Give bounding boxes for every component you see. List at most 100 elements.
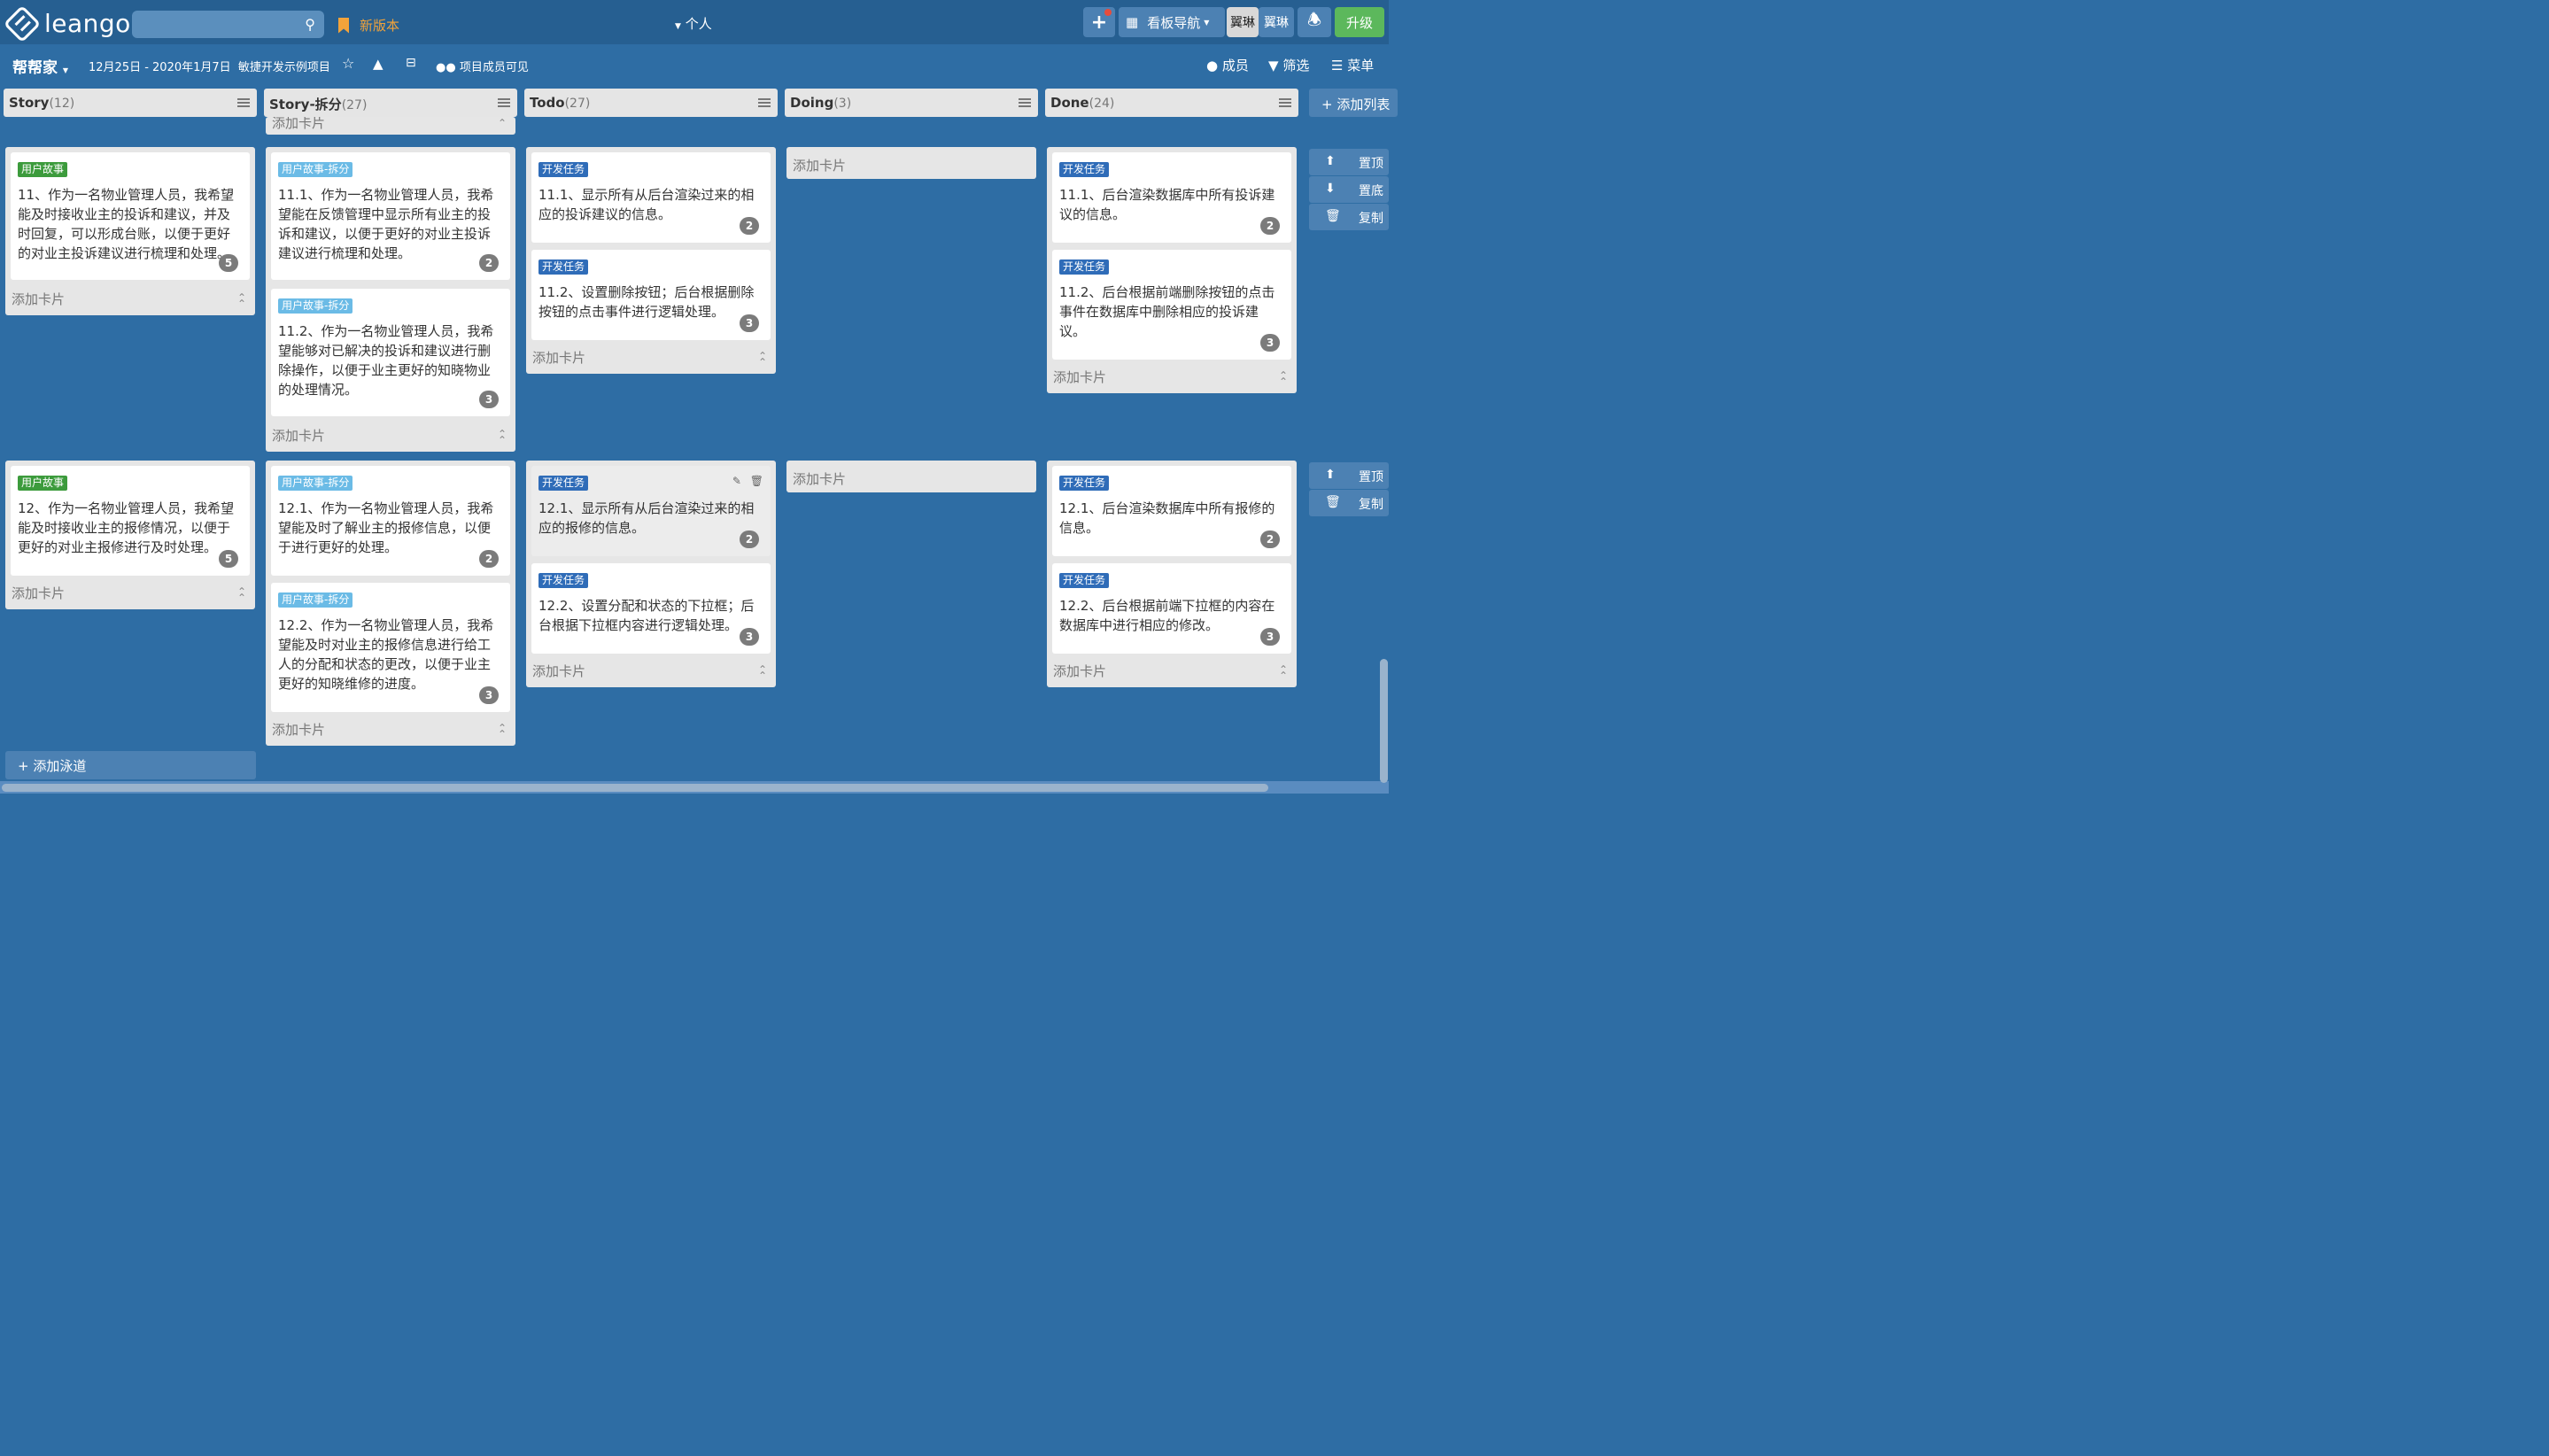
collapse-up-icon[interactable]: ⌃ ⌃ [237, 586, 246, 603]
card[interactable]: 开发任务 11.2、后台根据前端删除按钮的点击事件在数据库中删除相应的投诉建议。… [1052, 250, 1291, 360]
visibility-button[interactable]: ●● 项目成员可见 [436, 58, 529, 74]
collapse-up-icon[interactable]: ⌃ ⌃ [498, 429, 507, 445]
lane-move-top-button[interactable]: ⬆ 置顶 [1309, 149, 1389, 175]
lane-copy-button[interactable]: 🗑 复制 [1309, 204, 1389, 230]
lane-move-top-button[interactable]: ⬆ 置顶 [1309, 462, 1389, 489]
add-card-link[interactable]: 添加卡片 [272, 426, 325, 445]
list-menu-icon[interactable] [237, 98, 250, 107]
edit-icon[interactable]: ✎ [732, 475, 741, 487]
lane-move-bottom-button[interactable]: ⬇ 置底 [1309, 176, 1389, 203]
lane-copy-button[interactable]: 🗑 复制 [1309, 490, 1389, 516]
card[interactable]: 开发任务 11.2、设置删除按钮；后台根据删除按钮的点击事件进行逻辑处理。 3 [531, 250, 771, 340]
horizontal-scrollbar[interactable] [0, 781, 1389, 794]
add-card-link[interactable]: 添加卡片 [1053, 662, 1106, 680]
collapse-icon[interactable]: ⊟ [406, 56, 416, 70]
card[interactable]: 开发任务 12.2、后台根据前端下拉框的内容在数据库中进行相应的修改。 3 [1052, 563, 1291, 654]
tag-dev-task: 开发任务 [1059, 259, 1110, 275]
card-badge: 2 [740, 217, 759, 235]
card[interactable]: 开发任务 11.1、显示所有从后台渲染过来的相应的投诉建议的信息。 2 [531, 152, 771, 243]
trash-icon: 🗑 [1325, 495, 1341, 509]
sprint-dates[interactable]: 12月25日 - 2020年1月7日 敏捷开发示例项目 [89, 58, 330, 74]
users-icon: ●● [436, 61, 456, 74]
members-button[interactable]: ● 成员 [1206, 56, 1249, 74]
star-icon[interactable]: ☆ [342, 55, 354, 72]
tag-story-split: 用户故事-拆分 [278, 592, 353, 608]
list-header-story[interactable]: Story(12) [4, 89, 257, 117]
collapse-up-icon[interactable]: ⌃ ⌃ [758, 351, 767, 368]
lane2-doing-cell[interactable]: 添加卡片 [786, 461, 1036, 492]
personal-dropdown[interactable]: ▼ 个人 [675, 14, 712, 33]
card-badge: 5 [219, 550, 238, 568]
card[interactable]: 开发任务 12.1、后台渲染数据库中所有报修的信息。 2 [1052, 466, 1291, 556]
card-text: 11.2、作为一名物业管理人员，我希望能够对已解决的投诉和建议进行删除操作，以便… [278, 323, 494, 398]
card[interactable]: 开发任务 11.1、后台渲染数据库中所有投诉建议的信息。 2 [1052, 152, 1291, 243]
list-header-doing[interactable]: Doing(3) [785, 89, 1038, 117]
menu-button[interactable]: ☰ 菜单 [1331, 56, 1374, 74]
list-count: (24) [1089, 97, 1115, 111]
add-card-link[interactable]: 添加卡片 [532, 662, 585, 680]
card[interactable]: 用户故事-拆分 11.1、作为一名物业管理人员，我希望能在反馈管理中显示所有业主… [271, 152, 510, 280]
chart-icon[interactable]: ▲ [373, 56, 384, 72]
collapse-up-icon[interactable]: ⌃ ⌃ [1279, 370, 1288, 387]
add-card-link[interactable]: 添加卡片 [12, 290, 65, 308]
user-name[interactable]: 翼琳 [1259, 7, 1294, 37]
collapse-up-icon[interactable]: ⌃ [498, 117, 507, 129]
card-text: 12.1、后台渲染数据库中所有报修的信息。 [1059, 500, 1275, 536]
list-header-done[interactable]: Done(24) [1045, 89, 1298, 117]
notification-dot [1104, 9, 1112, 16]
collapse-up-icon[interactable]: ⌃ ⌃ [758, 664, 767, 681]
board-title[interactable]: 帮帮家 ▼ [12, 55, 68, 77]
tag-dev-task: 开发任务 [1059, 476, 1110, 491]
card-text: 11.1、后台渲染数据库中所有投诉建议的信息。 [1059, 187, 1275, 222]
card-badge: 2 [740, 531, 759, 548]
add-card-link[interactable]: 添加卡片 [12, 584, 65, 602]
collapse-up-icon[interactable]: ⌃ ⌃ [498, 723, 507, 740]
card[interactable]: 用户故事-拆分 11.2、作为一名物业管理人员，我希望能够对已解决的投诉和建议进… [271, 289, 510, 416]
list-header-story-split[interactable]: Story-拆分(27) [264, 89, 517, 117]
add-card-link[interactable]: 添加卡片 [1053, 368, 1106, 386]
copy-label: 复制 [1359, 212, 1383, 226]
add-lane-button[interactable]: + 添加泳道 [5, 751, 256, 779]
filter-button[interactable]: ▼ 筛选 [1268, 56, 1309, 74]
card[interactable]: 用户故事 11、作为一名物业管理人员，我希望能及时接收业主的投诉和建议，并及时回… [11, 152, 250, 280]
search-input[interactable]: ⚲ [132, 11, 324, 38]
collapse-up-icon[interactable]: ⌃ ⌃ [237, 292, 246, 309]
card-badge: 3 [479, 686, 499, 704]
trash-icon[interactable]: 🗑 [750, 475, 763, 487]
add-card-link[interactable]: 添加卡片 [272, 720, 325, 739]
add-button[interactable]: + [1083, 7, 1115, 37]
card[interactable]: 用户故事 12、作为一名物业管理人员，我希望能及时接收业主的报修情况，以便于更好… [11, 466, 250, 576]
list-menu-icon[interactable] [1019, 98, 1031, 107]
list-footer-partial[interactable]: 添加卡片 ⌃ [266, 117, 515, 135]
vertical-scroll-thumb[interactable] [1380, 659, 1388, 783]
list-menu-icon[interactable] [758, 98, 771, 107]
user-avatar[interactable]: 翼琳 [1227, 7, 1259, 37]
card-badge: 3 [1260, 628, 1280, 646]
upgrade-button[interactable]: 升级 [1335, 7, 1384, 37]
board-nav-button[interactable]: ▦ 看板导航 ▼ [1119, 7, 1225, 37]
list-menu-icon[interactable] [1279, 98, 1291, 107]
add-card-link[interactable]: 添加卡片 [272, 117, 325, 132]
card-text: 11.1、作为一名物业管理人员，我希望能在反馈管理中显示所有业主的投诉和建议，以… [278, 187, 494, 261]
card[interactable]: 开发任务 ✎ 🗑 12.1、显示所有从后台渲染过来的相应的报修的信息。 2 [531, 466, 771, 556]
horizontal-scroll-thumb[interactable] [2, 784, 1268, 792]
card[interactable]: 开发任务 12.2、设置分配和状态的下拉框；后台根据下拉框内容进行逻辑处理。 3 [531, 563, 771, 654]
bell-button[interactable]: 🕭 [1298, 7, 1331, 37]
add-card-link[interactable]: 添加卡片 [793, 158, 846, 174]
new-version-link[interactable]: 新版本 [338, 16, 399, 35]
search-icon[interactable]: ⚲ [305, 16, 315, 33]
collapse-up-icon[interactable]: ⌃ ⌃ [1279, 664, 1288, 681]
card[interactable]: 用户故事-拆分 12.1、作为一名物业管理人员，我希望能及时了解业主的报修信息，… [271, 466, 510, 576]
logo[interactable]: leangoo [3, 4, 146, 43]
list-count: (12) [49, 97, 75, 111]
add-card-link[interactable]: 添加卡片 [532, 348, 585, 367]
list-header-todo[interactable]: Todo(27) [524, 89, 778, 117]
card-text: 12.1、作为一名物业管理人员，我希望能及时了解业主的报修信息，以便于进行更好的… [278, 500, 494, 555]
list-menu-icon[interactable] [498, 98, 510, 107]
add-list-button[interactable]: + 添加列表 [1309, 89, 1398, 117]
lane1-todo-cell: 开发任务 11.1、显示所有从后台渲染过来的相应的投诉建议的信息。 2 开发任务… [526, 147, 776, 374]
grid-icon: ▦ [1126, 14, 1139, 30]
card[interactable]: 用户故事-拆分 12.2、作为一名物业管理人员，我希望能及时对业主的报修信息进行… [271, 583, 510, 712]
add-card-link[interactable]: 添加卡片 [793, 471, 846, 487]
lane1-doing-cell[interactable]: 添加卡片 [786, 147, 1036, 179]
